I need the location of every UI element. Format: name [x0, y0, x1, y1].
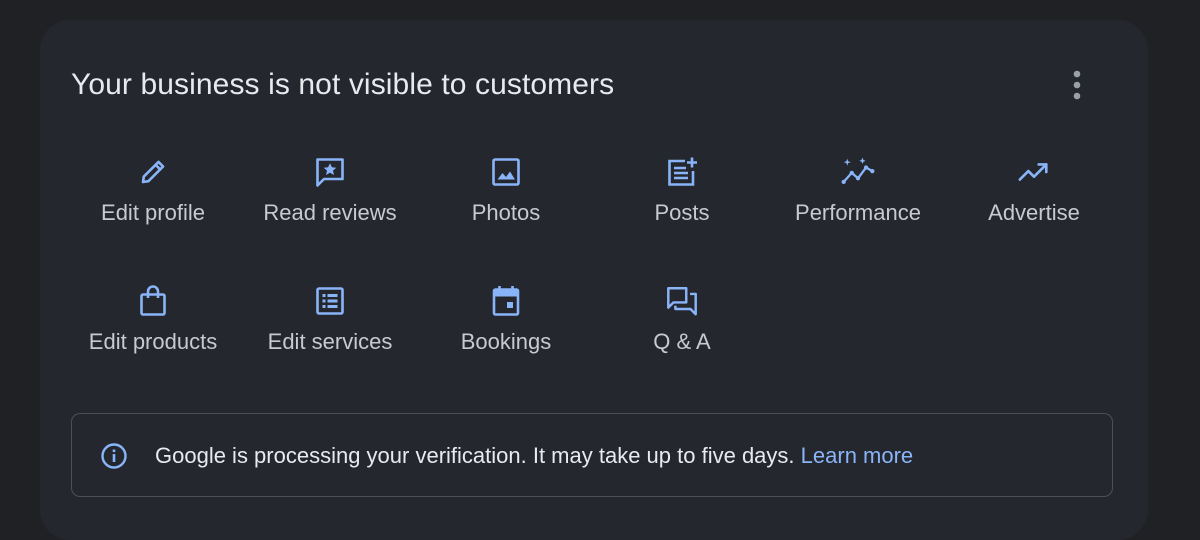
more-options-button[interactable]	[1057, 65, 1097, 105]
action-q-and-a[interactable]: Q & A	[594, 284, 770, 374]
action-edit-products[interactable]: Edit products	[65, 284, 241, 374]
verification-notice: Google is processing your verification. …	[71, 413, 1113, 497]
action-label: Performance	[795, 200, 921, 225]
info-icon	[101, 443, 127, 469]
performance-sparkle-icon	[841, 157, 875, 184]
forum-icon	[667, 287, 697, 316]
photo-icon	[492, 158, 520, 186]
action-photos[interactable]: Photos	[418, 155, 594, 245]
action-label: Advertise	[988, 200, 1080, 225]
action-label: Read reviews	[263, 200, 397, 225]
review-star-icon	[316, 158, 344, 187]
list-icon	[316, 287, 344, 315]
notice-message: Google is processing your verification. …	[155, 443, 795, 468]
action-performance[interactable]: Performance	[770, 155, 946, 245]
notice-message-line: Google is processing your verification. …	[155, 443, 913, 469]
action-label: Q & A	[653, 329, 711, 354]
post-add-icon	[668, 157, 697, 186]
action-bookings[interactable]: Bookings	[418, 284, 594, 374]
action-label: Edit services	[267, 329, 393, 354]
action-posts[interactable]: Posts	[594, 155, 770, 245]
business-card: Your business is not visible to customer…	[40, 20, 1148, 540]
learn-more-link[interactable]: Learn more	[801, 443, 914, 468]
calendar-icon	[492, 286, 520, 316]
action-edit-profile[interactable]: Edit profile	[65, 155, 241, 245]
action-label: Photos	[471, 200, 541, 225]
pencil-icon	[141, 160, 165, 184]
action-label: Edit profile	[101, 200, 205, 225]
shopping-bag-icon	[140, 285, 166, 316]
trending-up-icon	[1018, 163, 1048, 181]
action-label: Edit products	[88, 329, 218, 354]
action-label: Bookings	[460, 329, 552, 354]
action-advertise[interactable]: Advertise	[946, 155, 1122, 245]
action-edit-services[interactable]: Edit services	[242, 284, 418, 374]
card-title: Your business is not visible to customer…	[71, 68, 615, 101]
more-vert-icon	[1073, 70, 1081, 100]
action-label: Posts	[654, 200, 710, 225]
action-read-reviews[interactable]: Read reviews	[242, 155, 418, 245]
